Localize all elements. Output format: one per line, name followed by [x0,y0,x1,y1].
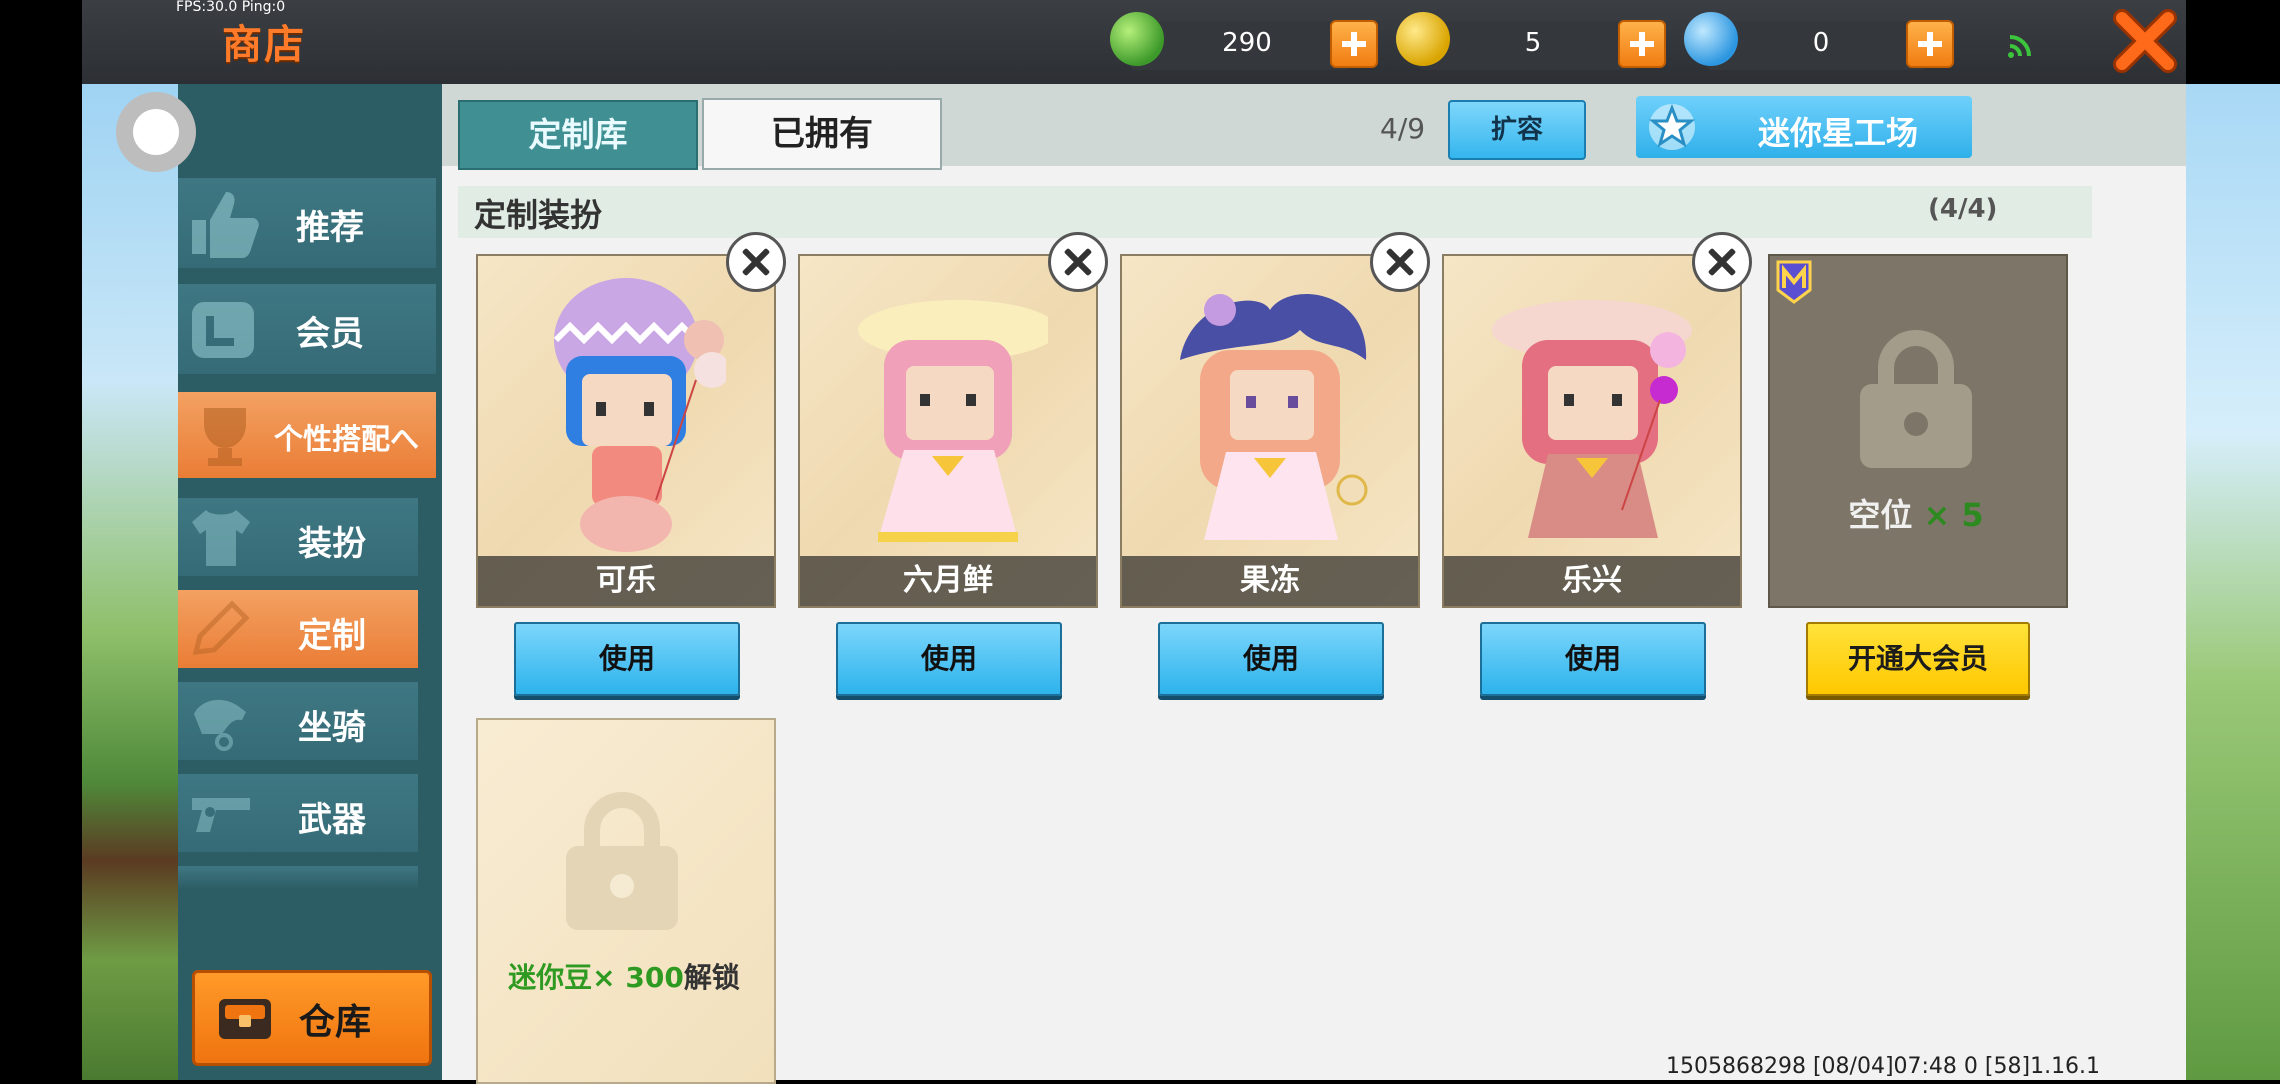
outfit-card-lexing[interactable]: 乐兴 [1442,254,1742,608]
sidebar-item-label: 推荐 [296,208,364,248]
vip-badge-icon [1776,260,1812,304]
sidebar-scroll-overflow [178,866,418,890]
outfit-name: 六月鲜 [800,556,1096,606]
saddle-icon [194,699,246,751]
warehouse-label: 仓库 [299,1002,372,1043]
outfit-card-liuyuexian[interactable]: 六月鲜 [798,254,1098,608]
tab-custom-library[interactable]: 定制库 [458,100,698,170]
mini-point-value: 0 [1812,28,1830,58]
outfit-name: 可乐 [478,556,774,606]
mini-bean-value: 290 [1222,28,1272,58]
treasure-chest-icon [219,999,271,1039]
mini-point-icon [1684,12,1738,66]
delete-outfit-button[interactable] [1370,232,1430,292]
star-icon [1648,103,1696,150]
outfit-card-kele[interactable]: 可乐 [476,254,776,608]
sidebar-item-outfit[interactable]: 装扮 [178,498,418,576]
sidebar-item-label: 坐骑 [298,708,366,748]
use-outfit-button[interactable]: 使用 [1480,622,1706,696]
lock-icon [566,792,678,930]
thumbs-up-icon [192,192,259,258]
tab-owned[interactable]: 已拥有 [702,98,942,170]
floating-menu-button[interactable] [116,92,196,172]
empty-slot-label: 空位 × 5 [1768,490,2064,536]
delete-outfit-button[interactable] [1048,232,1108,292]
wifi-signal-icon [2008,35,2031,58]
outfit-card-guodong[interactable]: 果冻 [1120,254,1420,608]
mini-coin-value: 5 [1524,28,1542,58]
mini-bean-icon [1110,12,1164,66]
sidebar-item-label: 装扮 [298,524,366,564]
warehouse-button[interactable]: 仓库 [192,970,432,1066]
pencil-icon [192,600,250,655]
unlock-action: 解锁 [683,961,740,994]
character-avatar [1180,294,1368,540]
build-info: 1505868298 [08/04]07:48 0 [58]1.16.1 [1666,1054,2101,1079]
add-mini-point-button[interactable] [1906,20,1954,68]
workshop-label: 迷你星工场 [1758,114,1919,152]
membership-icon [192,302,254,358]
expand-button[interactable]: 扩容 [1448,100,1586,160]
sidebar-item-label: 定制 [298,616,366,656]
sidebar-item-recommend[interactable]: 推荐 [178,178,436,268]
capacity-counter: 4/9 [1380,112,1426,145]
sidebar-item-custom[interactable]: 定制 [178,590,418,668]
mini-coin-icon [1396,12,1450,66]
sidebar-item-personal-style[interactable]: 个性搭配へ [178,392,436,478]
unlock-cost-label: 迷你豆× 300解锁 [476,956,772,996]
outfit-name: 乐兴 [1444,556,1740,606]
section-title: 定制装扮 [474,196,603,234]
close-icon[interactable] [2112,8,2178,74]
background-scenery-right [2186,84,2280,1080]
character-avatar [1492,300,1692,538]
use-outfit-button[interactable]: 使用 [836,622,1062,696]
shirt-icon [192,510,250,566]
section-header [458,186,2092,238]
delete-outfit-button[interactable] [1692,232,1752,292]
sidebar-item-label: 会员 [296,314,364,354]
sidebar-item-weapon[interactable]: 武器 [178,774,418,852]
unlock-currency: 迷你豆 [508,961,593,994]
delete-outfit-button[interactable] [726,232,786,292]
open-vip-button[interactable]: 开通大会员 [1806,622,2030,696]
trophy-icon [204,408,246,466]
sidebar-item-label: 武器 [298,800,366,840]
sidebar-item-membership[interactable]: 会员 [178,284,436,374]
empty-slot-text: 空位 [1848,496,1913,534]
lock-icon [1860,330,1972,468]
category-sidebar: 推荐 会员 个性搭配へ 装扮 定制 坐骑 武器 仓库 [178,84,442,1080]
unlock-amount: × 300 [592,961,684,994]
use-outfit-button[interactable]: 使用 [1158,622,1384,696]
outfit-name: 果冻 [1122,556,1418,606]
add-mini-coin-button[interactable] [1618,20,1666,68]
mini-star-workshop-button[interactable]: 迷你星工场 [1636,96,1972,158]
section-count: (4/4) [1928,194,1998,224]
use-outfit-button[interactable]: 使用 [514,622,740,696]
character-avatar [553,278,726,552]
shop-title: 商店 [222,22,306,68]
sidebar-item-mount[interactable]: 坐骑 [178,682,418,760]
background-scenery-left [82,84,178,1080]
character-avatar [858,300,1048,542]
empty-slot-count: × 5 [1923,496,1984,534]
sidebar-item-label: 个性搭配へ [274,422,420,456]
add-mini-bean-button[interactable] [1330,20,1378,68]
gun-icon [192,798,250,832]
